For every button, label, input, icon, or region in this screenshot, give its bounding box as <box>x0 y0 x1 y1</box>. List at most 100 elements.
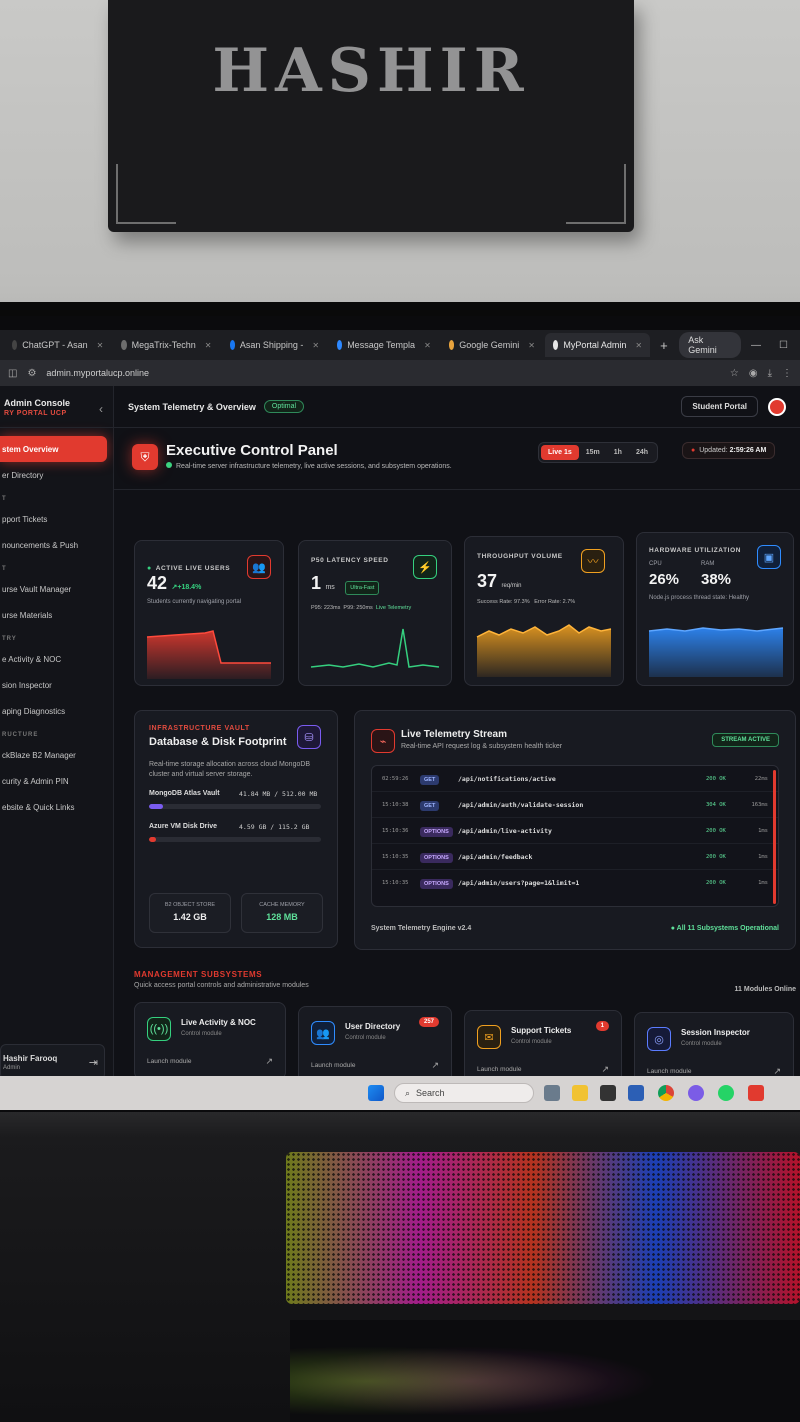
sidebar-item-support-tickets[interactable]: pport Tickets <box>0 506 113 532</box>
windows-taskbar: ⌕ Search <box>0 1076 800 1110</box>
tab-chatgpt[interactable]: ChatGPT - Asan ✕ <box>4 333 111 357</box>
app-icon[interactable] <box>688 1085 704 1101</box>
arrow-up-right-icon[interactable]: ↗ <box>431 1060 439 1071</box>
arrow-up-right-icon[interactable]: ↗ <box>265 1056 273 1067</box>
storage-bar-mongodb <box>149 804 321 809</box>
updated-timestamp: ● Updated: 2:59:26 AM <box>682 442 776 459</box>
ask-gemini-button[interactable]: Ask Gemini <box>679 332 742 358</box>
app-icon[interactable] <box>748 1085 764 1101</box>
b2-value: 1.42 GB <box>173 912 207 922</box>
module-user-directory[interactable]: 👥 User Directory Control module 257 Laun… <box>298 1006 452 1084</box>
updated-label: Updated: <box>699 447 728 454</box>
bookmark-star-icon[interactable]: ☆ <box>730 368 739 379</box>
user-profile[interactable]: Hashir Farooq Admin ⇥ <box>0 1044 105 1080</box>
app-icon[interactable] <box>600 1085 616 1101</box>
task-view-icon[interactable] <box>544 1085 560 1101</box>
active-users-card[interactable]: ● ACTIVE LIVE USERS 👥 42 ↗+18.4% Student… <box>134 540 284 686</box>
lightning-icon: ⚡ <box>413 555 437 579</box>
taskbar-search[interactable]: ⌕ Search <box>394 1083 534 1103</box>
logout-icon[interactable]: ⇥ <box>89 1056 98 1069</box>
tab-label: ChatGPT - Asan <box>22 340 88 350</box>
launch-module-link[interactable]: Launch module <box>311 1062 355 1069</box>
launch-module-link[interactable]: Launch module <box>147 1058 191 1065</box>
latency-card[interactable]: P50 LATENCY SPEED ⚡ 1 ms Ultra-Fast P95:… <box>298 540 452 686</box>
request-log[interactable]: 02:59:26 GET/api/notifications/active 200 … <box>371 765 779 907</box>
download-icon[interactable]: ⤓ <box>768 368 772 379</box>
sidebar-item-course-vault[interactable]: urse Vault Manager <box>0 576 113 602</box>
sidebar-section-label: TRY <box>2 636 17 642</box>
tab-label: Asan Shipping - <box>239 340 304 350</box>
card-caption: P50 LATENCY SPEED <box>311 557 389 564</box>
tab-google-gemini[interactable]: Google Gemini ✕ <box>441 333 543 357</box>
error-rate: Error Rate: 2.7% <box>534 599 576 605</box>
minimize-icon[interactable]: — <box>751 340 761 351</box>
log-method: GET <box>420 774 458 785</box>
url-field[interactable]: admin.myportalucp.online <box>46 368 719 378</box>
module-title: Session Inspector <box>681 1028 750 1037</box>
log-duration: 1ms <box>758 880 768 886</box>
range-live-1s[interactable]: Live 1s <box>541 445 579 460</box>
close-icon[interactable]: ✕ <box>635 341 642 350</box>
sidebar-item-scraping-diagnostics[interactable]: aping Diagnostics <box>0 698 113 724</box>
launch-module-link[interactable]: Launch module <box>477 1066 521 1073</box>
sidebar-item-security[interactable]: curity & Admin PIN <box>0 768 113 794</box>
tab-asan-shipping[interactable]: Asan Shipping - ✕ <box>222 333 328 357</box>
close-icon[interactable]: ✕ <box>528 341 535 350</box>
avatar[interactable] <box>768 397 786 416</box>
extension-icon[interactable]: ◉ <box>749 368 758 379</box>
latency-tag: Ultra-Fast <box>345 581 380 595</box>
sidebar-item-backblaze[interactable]: ckBlaze B2 Manager <box>0 742 113 768</box>
close-icon[interactable]: ✕ <box>205 341 212 350</box>
maximize-icon[interactable]: ☐ <box>779 340 788 351</box>
file-explorer-icon[interactable] <box>572 1085 588 1101</box>
ram-label: RAM <box>701 561 715 567</box>
range-24h[interactable]: 24h <box>629 445 655 460</box>
search-label: Search <box>416 1088 445 1098</box>
arrow-up-right-icon[interactable]: ↗ <box>601 1064 609 1075</box>
broadcast-icon: ((•)) <box>147 1017 171 1041</box>
log-timestamp: 15:10:38 <box>382 801 409 808</box>
card-caption: THROUGHPUT VOLUME <box>477 553 563 560</box>
tab-label: MyPortal Admin <box>563 340 627 350</box>
close-icon[interactable]: ✕ <box>424 341 431 350</box>
users-icon: 👥 <box>247 555 271 579</box>
close-icon[interactable]: ✕ <box>97 341 104 350</box>
sidebar-toggle-icon[interactable]: ◫ <box>8 368 17 379</box>
method-badge: OPTIONS <box>420 879 453 889</box>
windows-start-icon[interactable] <box>368 1085 384 1101</box>
chrome-icon[interactable] <box>658 1085 674 1101</box>
close-icon[interactable]: ✕ <box>312 341 319 350</box>
launch-module-link[interactable]: Launch module <box>647 1068 691 1075</box>
plaque-name: HASHIR <box>212 36 530 106</box>
log-scrollbar[interactable] <box>773 770 776 904</box>
log-duration: 1ms <box>758 827 768 834</box>
module-count-badge: 257 <box>418 1017 439 1027</box>
module-live-activity[interactable]: ((•)) Live Activity & NOC Control module… <box>134 1002 286 1080</box>
latency-unit: ms <box>325 584 335 591</box>
new-tab-button[interactable]: + <box>652 333 675 357</box>
tab-megatrix[interactable]: MegaTrix-Techn ✕ <box>113 333 219 357</box>
hardware-card[interactable]: HARDWARE UTILIZATION ▣ CPU RAM 26% 38% N… <box>636 532 794 686</box>
range-15m[interactable]: 15m <box>579 445 607 460</box>
sidebar-item-course-materials[interactable]: urse Materials <box>0 602 113 628</box>
sidebar-item-live-activity[interactable]: e Activity & NOC <box>0 646 113 672</box>
throughput-card[interactable]: THROUGHPUT VOLUME 〰 37 req/min Success R… <box>464 536 624 686</box>
sidebar-item-user-directory[interactable]: er Directory <box>0 462 113 488</box>
module-title: Support Tickets <box>511 1026 572 1035</box>
topbar: System Telemetry & Overview Optimal Stud… <box>114 386 800 428</box>
range-1h[interactable]: 1h <box>607 445 629 460</box>
sidebar-item-system-overview[interactable]: stem Overview <box>0 436 107 462</box>
student-portal-button[interactable]: Student Portal <box>681 396 758 417</box>
menu-icon[interactable]: ⋮ <box>782 368 792 379</box>
tab-myportal-admin[interactable]: MyPortal Admin ✕ <box>545 333 651 357</box>
app-icon[interactable] <box>628 1085 644 1101</box>
sidebar-item-session-inspector[interactable]: sion Inspector <box>0 672 113 698</box>
module-count-badge: 1 <box>595 1021 609 1031</box>
telemetry-title: Live Telemetry Stream <box>401 729 507 740</box>
whatsapp-icon[interactable] <box>718 1085 734 1101</box>
sidebar-item-announcements[interactable]: nouncements & Push <box>0 532 113 558</box>
collapse-chevron-icon[interactable]: ‹ <box>99 402 103 416</box>
site-info-icon[interactable]: ⚙ <box>27 368 36 379</box>
tab-message-templates[interactable]: Message Templa ✕ <box>329 333 439 357</box>
sidebar-item-website-links[interactable]: ebsite & Quick Links <box>0 794 113 820</box>
